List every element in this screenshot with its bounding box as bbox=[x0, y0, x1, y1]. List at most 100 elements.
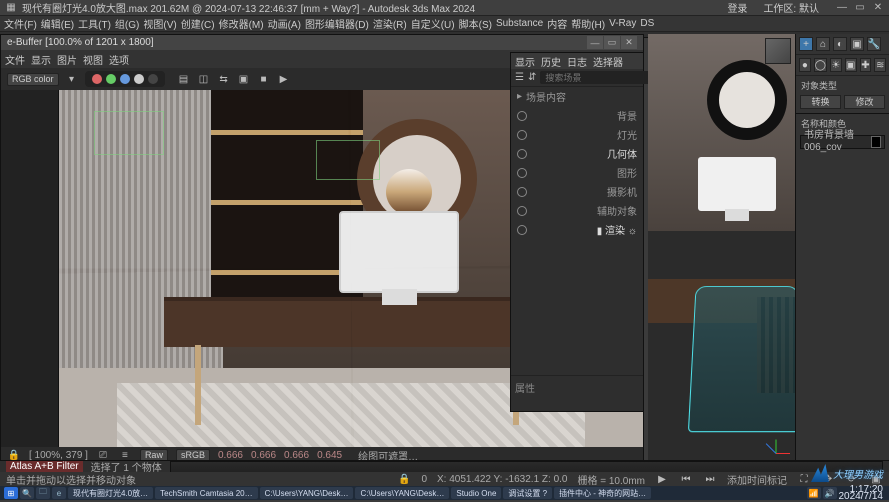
menu-vray[interactable]: V-Ray bbox=[609, 18, 636, 29]
object-name-field[interactable]: 书房背景墙006_cov bbox=[800, 135, 885, 149]
helper-icon[interactable]: ✚ bbox=[860, 58, 872, 72]
start-icon[interactable]: ⊞ bbox=[4, 487, 18, 499]
scnexp-tab-log[interactable]: 日志 bbox=[567, 54, 587, 69]
scnexp-tab-show[interactable]: 显示 bbox=[515, 54, 535, 69]
scnexp-item[interactable]: 图形 bbox=[511, 163, 643, 182]
min-icon[interactable]: — bbox=[835, 1, 849, 15]
fb-min-icon[interactable]: — bbox=[587, 36, 603, 49]
utility-tab-icon[interactable]: 🔧 bbox=[867, 37, 881, 51]
fb-menu-options[interactable]: 选项 bbox=[109, 52, 129, 67]
task-search-icon[interactable]: 🔍 bbox=[20, 487, 34, 499]
menu-edit[interactable]: 编辑(E) bbox=[41, 16, 74, 31]
eye-icon[interactable] bbox=[517, 111, 527, 121]
fb-max-icon[interactable]: ▭ bbox=[604, 36, 620, 49]
scnexp-sort-icon[interactable]: ⇵ bbox=[528, 71, 536, 85]
key-back-icon[interactable]: ⏮ bbox=[679, 472, 693, 486]
frame-buffer-titlebar[interactable]: e-Buffer [100.0% of 1201 x 1800] — ▭ ✕ bbox=[1, 35, 643, 50]
type-btn-modify[interactable]: 修改 bbox=[844, 95, 885, 109]
menu-ds[interactable]: DS bbox=[640, 18, 654, 29]
fb-history-strip[interactable] bbox=[1, 90, 59, 447]
edge-icon[interactable]: e bbox=[52, 487, 66, 499]
task-item[interactable]: C:\Users\YANG\Desk… bbox=[355, 487, 449, 499]
menu-file[interactable]: 文件(F) bbox=[4, 16, 37, 31]
menu-tools[interactable]: 工具(T) bbox=[78, 16, 111, 31]
explorer-icon[interactable]: 🗀 bbox=[36, 487, 50, 499]
display-tab-icon[interactable]: ▣ bbox=[850, 37, 864, 51]
menu-customize[interactable]: 自定义(U) bbox=[411, 16, 455, 31]
dot-blue-icon[interactable] bbox=[120, 74, 130, 84]
coord-readout[interactable]: X: 4051.422 Y: -1632.1 Z: 0.0 bbox=[437, 474, 567, 485]
workspace-label[interactable]: 工作区: 默认 bbox=[763, 0, 819, 15]
eye-icon[interactable] bbox=[517, 168, 527, 178]
play-icon[interactable]: ▶ bbox=[655, 472, 669, 486]
menu-substance[interactable]: Substance bbox=[496, 18, 543, 29]
fb-channel-dots[interactable] bbox=[85, 71, 165, 87]
dot-mono-icon[interactable] bbox=[148, 74, 158, 84]
hierarchy-tab-icon[interactable]: ⌂ bbox=[816, 37, 830, 51]
space-warps-icon[interactable]: ≋ bbox=[874, 58, 886, 72]
vp-chair-selected[interactable] bbox=[688, 286, 795, 432]
fb-menu-show[interactable]: 显示 bbox=[31, 52, 51, 67]
light-icon[interactable]: ☀ bbox=[830, 58, 842, 72]
fb-save-icon[interactable]: ▤ bbox=[177, 72, 191, 86]
viewport-3d[interactable] bbox=[648, 34, 795, 472]
eye-icon[interactable] bbox=[517, 225, 527, 235]
menu-view[interactable]: 视图(V) bbox=[143, 16, 176, 31]
max-icon[interactable]: ▭ bbox=[853, 1, 867, 15]
scnexp-item[interactable]: 辅助对象 bbox=[511, 201, 643, 220]
menu-script[interactable]: 脚本(S) bbox=[459, 16, 492, 31]
fb-menu-file[interactable]: 文件 bbox=[5, 52, 25, 67]
fb-menu-image[interactable]: 图片 bbox=[57, 52, 77, 67]
close-icon[interactable]: ✕ bbox=[871, 1, 885, 15]
viewcube[interactable] bbox=[765, 38, 791, 64]
fb-region-icon[interactable]: ▣ bbox=[237, 72, 251, 86]
motion-tab-icon[interactable]: ◐ bbox=[833, 37, 847, 51]
eye-icon[interactable] bbox=[517, 206, 527, 216]
dot-alpha-icon[interactable] bbox=[134, 74, 144, 84]
dot-red-icon[interactable] bbox=[92, 74, 102, 84]
menu-content[interactable]: 内容 bbox=[547, 16, 567, 31]
menu-group[interactable]: 组(G) bbox=[115, 16, 139, 31]
scnexp-tab-history[interactable]: 历史 bbox=[541, 54, 561, 69]
chevron-down-icon[interactable]: ▾ bbox=[65, 72, 79, 86]
geometry-icon[interactable]: ● bbox=[799, 58, 811, 72]
tray-clock[interactable]: 1:17:202024/7/14 bbox=[839, 486, 886, 500]
dot-green-icon[interactable] bbox=[106, 74, 116, 84]
task-item[interactable]: 插件中心 - 神奇的网站… bbox=[554, 487, 651, 499]
scnexp-item[interactable]: ▮ 渲染 ☼ bbox=[511, 220, 643, 239]
type-btn-convert[interactable]: 转换 bbox=[800, 95, 841, 109]
fb-menu-view[interactable]: 视图 bbox=[83, 52, 103, 67]
menu-create[interactable]: 创建(C) bbox=[181, 16, 215, 31]
menu-render[interactable]: 渲染(R) bbox=[373, 16, 407, 31]
tray-volume-icon[interactable]: 🔊 bbox=[823, 487, 837, 499]
task-item[interactable]: Studio One bbox=[451, 487, 501, 499]
fb-render-icon[interactable]: ▶ bbox=[277, 72, 291, 86]
scnexp-root[interactable]: ▸场景内容 bbox=[511, 87, 643, 106]
task-item[interactable]: C:\Users\YANG\Desk… bbox=[260, 487, 354, 499]
camera-icon[interactable]: ▣ bbox=[845, 58, 857, 72]
tray-wifi-icon[interactable]: 📶 bbox=[807, 487, 821, 499]
menu-anim[interactable]: 动画(A) bbox=[268, 16, 301, 31]
fb-channel-select[interactable]: RGB color bbox=[7, 73, 59, 86]
fb-stop-icon[interactable]: ■ bbox=[257, 72, 271, 86]
lock-selection-icon[interactable]: 🔒 bbox=[397, 472, 411, 486]
animate-toggle[interactable]: Atlas A+B Filter bbox=[6, 461, 83, 472]
menu-modifier[interactable]: 修改器(M) bbox=[219, 16, 264, 31]
eye-icon[interactable] bbox=[517, 130, 527, 140]
scnexp-item[interactable]: 摄影机 bbox=[511, 182, 643, 201]
task-item[interactable]: 现代有圈灯光4.0放… bbox=[68, 487, 153, 499]
fb-link-icon[interactable]: ⇆ bbox=[217, 72, 231, 86]
eye-icon[interactable] bbox=[517, 149, 527, 159]
scnexp-tab-select[interactable]: 选择器 bbox=[593, 54, 623, 69]
scnexp-item[interactable]: 灯光 bbox=[511, 125, 643, 144]
scnexp-filter-icon[interactable]: ☰ bbox=[515, 71, 524, 85]
key-fwd-icon[interactable]: ⏭ bbox=[703, 472, 717, 486]
scnexp-item[interactable]: 背景 bbox=[511, 106, 643, 125]
scnexp-item[interactable]: 几何体 bbox=[511, 144, 643, 163]
eye-icon[interactable] bbox=[517, 187, 527, 197]
color-swatch[interactable] bbox=[871, 136, 881, 148]
menu-help[interactable]: 帮助(H) bbox=[571, 16, 605, 31]
task-item[interactable]: TechSmith Camtasia 20… bbox=[155, 487, 257, 499]
frame-current[interactable]: 0 bbox=[421, 474, 427, 485]
shape-icon[interactable]: ◯ bbox=[814, 58, 827, 72]
